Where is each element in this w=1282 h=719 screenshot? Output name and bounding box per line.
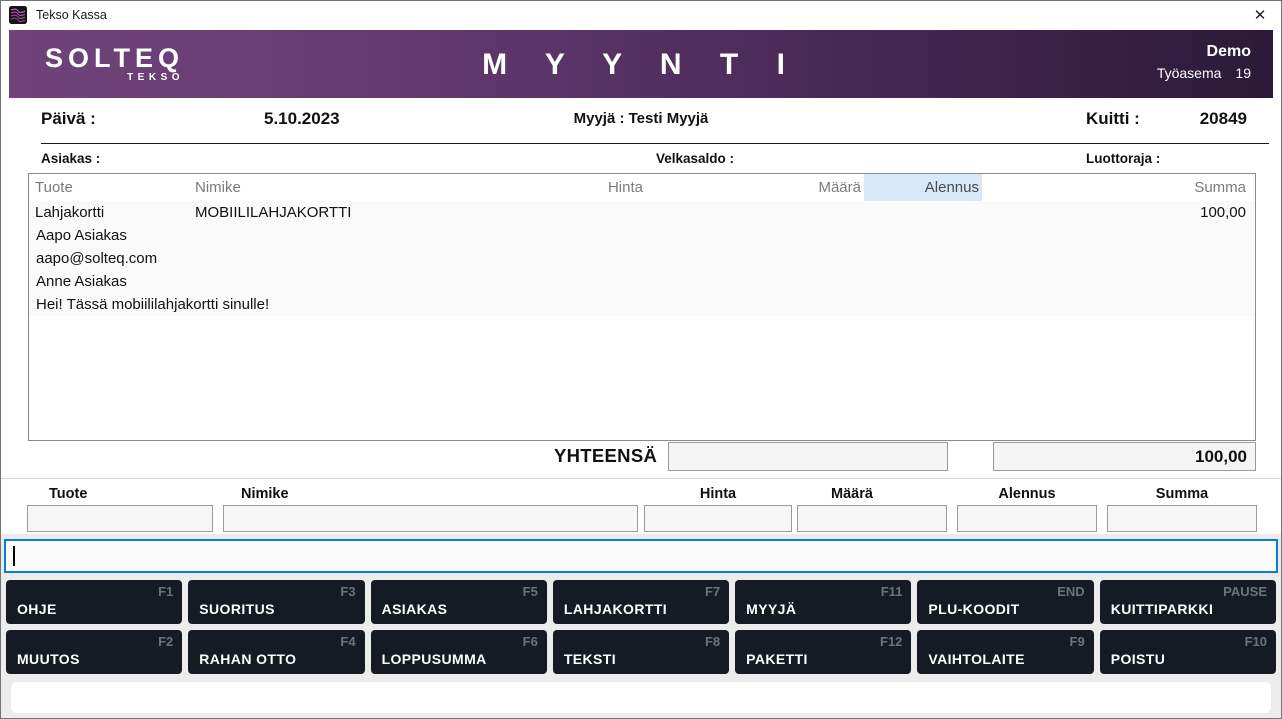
fkey-label: OHJE [17,601,57,617]
fkey-label: LOPPUSUMMA [382,651,487,667]
fkey-poistu[interactable]: POISTU F10 [1100,630,1276,674]
fkey-label: RAHAN OTTO [199,651,296,667]
fkey-loppusumma[interactable]: LOPPUSUMMA F6 [371,630,547,674]
total-entry-field[interactable] [668,442,948,471]
receipt-number: 20849 [1151,109,1247,129]
fkey-label: TEKSTI [564,651,616,667]
quantity-input[interactable] [797,505,947,532]
window-title: Tekso Kassa [36,8,107,22]
fkey-lahjakortti[interactable]: LAHJAKORTTI F7 [553,580,729,624]
receipt-label: Kuitti : [1086,109,1140,129]
fkey-shortcut: F2 [158,634,173,649]
fkey-suoritus[interactable]: SUORITUS F3 [188,580,364,624]
fkey-muutos[interactable]: MUUTOS F2 [6,630,182,674]
command-input[interactable] [4,539,1278,573]
fkey-label: MYYJÄ [746,601,796,617]
fkey-paketti[interactable]: PAKETTI F12 [735,630,911,674]
price-input[interactable] [644,505,792,532]
environment-label: Demo [1157,41,1251,63]
page-title: M Y Y N T I [9,48,1273,82]
column-header-nimike: Nimike [189,174,564,201]
fkey-label: LAHJAKORTTI [564,601,667,617]
entry-label-tuote: Tuote [49,486,87,502]
fkey-kuittiparkki[interactable]: KUITTIPARKKI PAUSE [1100,580,1276,624]
table-header-row: Tuote Nimike Hinta Määrä Alennus Summa [29,174,1255,201]
sum-input[interactable] [1107,505,1257,532]
table-row[interactable]: Anne Asiakas [29,270,1255,293]
table-row[interactable]: Aapo Asiakas [29,224,1255,247]
text-cursor [13,546,15,566]
header-right: Demo Työasema 19 [1157,41,1251,83]
titlebar: Tekso Kassa ✕ [1,1,1281,29]
fkey-plu-koodit[interactable]: PLU-KOODIT END [917,580,1093,624]
fkey-vaihtolaite[interactable]: VAIHTOLAITE F9 [917,630,1093,674]
entry-label-nimike: Nimike [241,486,289,502]
product-input[interactable] [27,505,213,532]
close-icon[interactable]: ✕ [1247,3,1273,27]
fkey-shortcut: END [1057,584,1084,599]
column-header-maara: Määrä [646,174,864,201]
table-row[interactable]: Hei! Tässä mobiililahjakortti sinulle! [29,293,1255,316]
fkey-label: KUITTIPARKKI [1111,601,1214,617]
fkey-shortcut: F10 [1245,634,1267,649]
column-header-summa: Summa [982,174,1255,201]
item-sum: 100,00 [982,201,1255,224]
entry-label-hinta: Hinta [644,486,792,502]
debt-balance-label: Velkasaldo : [656,151,734,166]
fkey-ohje[interactable]: OHJE F1 [6,580,182,624]
fkey-shortcut: PAUSE [1223,584,1267,599]
item-name: MOBIILILAHJAKORTTI [189,201,564,224]
fkey-shortcut: F1 [158,584,173,599]
column-header-tuote: Tuote [29,174,189,201]
item-product: Lahjakortti [29,201,189,224]
workstation-line: Työasema 19 [1157,63,1251,83]
fkey-shortcut: F6 [523,634,538,649]
fkey-shortcut: F7 [705,584,720,599]
fkey-myyja[interactable]: MYYJÄ F11 [735,580,911,624]
entry-label-alennus: Alennus [957,486,1097,502]
fkey-shortcut: F3 [340,584,355,599]
fkey-shortcut: F9 [1070,634,1085,649]
fkey-teksti[interactable]: TEKSTI F8 [553,630,729,674]
table-body: Lahjakortti MOBIILILAHJAKORTTI 100,00 Aa… [29,201,1255,316]
entry-label-summa: Summa [1107,486,1257,502]
discount-input[interactable] [957,505,1097,532]
fkey-label: PAKETTI [746,651,808,667]
workstation-label: Työasema [1157,65,1222,81]
fkey-shortcut: F11 [881,584,903,599]
total-label: YHTEENSÄ [554,445,657,467]
fkey-asiakas[interactable]: ASIAKAS F5 [371,580,547,624]
fkey-label: MUUTOS [17,651,80,667]
receipt-items-table: Tuote Nimike Hinta Määrä Alennus Summa L… [28,173,1256,441]
fkey-label: VAIHTOLAITE [928,651,1024,667]
fkey-label: POISTU [1111,651,1166,667]
fkey-label: PLU-KOODIT [928,601,1019,617]
customer-label: Asiakas : [41,151,100,166]
fkey-rahan-otto[interactable]: RAHAN OTTO F4 [188,630,364,674]
fkey-shortcut: F5 [523,584,538,599]
column-header-alennus: Alennus [864,174,982,201]
column-header-hinta: Hinta [564,174,646,201]
table-row[interactable]: aapo@solteq.com [29,247,1255,270]
fkey-label: SUORITUS [199,601,275,617]
fkey-shortcut: F12 [880,634,902,649]
tekso-kassa-window: Tekso Kassa ✕ SOLTEQ TEKSO M Y Y N T I D… [0,0,1282,719]
table-row[interactable]: Lahjakortti MOBIILILAHJAKORTTI 100,00 [29,201,1255,224]
entry-label-maara: Määrä [777,486,927,502]
app-header: SOLTEQ TEKSO M Y Y N T I Demo Työasema19 [9,30,1273,98]
fkey-shortcut: F8 [705,634,720,649]
fkey-label: ASIAKAS [382,601,448,617]
total-amount: 100,00 [993,442,1256,471]
app-icon [9,6,27,24]
divider [1,478,1281,479]
name-input[interactable] [223,505,638,532]
status-strip [11,682,1271,713]
workstation-number: 19 [1235,63,1251,83]
fkey-shortcut: F4 [340,634,355,649]
divider [41,143,1269,144]
function-key-grid: OHJE F1 SUORITUS F3 ASIAKAS F5 LAHJAKORTTI F… [6,580,1276,674]
credit-limit-label: Luottoraja : [1086,151,1160,166]
